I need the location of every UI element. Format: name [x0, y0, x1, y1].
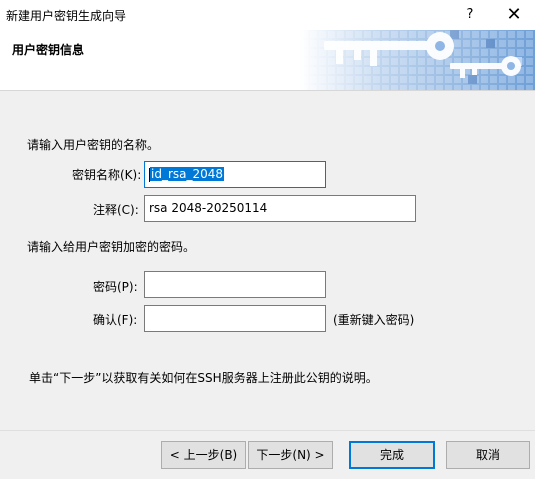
- confirm-password-label: 确认(F):: [93, 313, 138, 327]
- wizard-footer: < 上一步(B) 下一步(N) > 完成 取消: [0, 431, 535, 479]
- wizard-content: 请输入用户密钥的名称。 密钥名称(K): id_rsa_2048 注释(C): …: [0, 91, 535, 430]
- password-input[interactable]: [144, 271, 326, 298]
- comment-label: 注释(C):: [93, 203, 139, 217]
- next-button[interactable]: 下一步(N) >: [248, 441, 333, 469]
- window-title: 新建用户密钥生成向导: [6, 9, 127, 23]
- help-button[interactable]: ?: [458, 5, 482, 25]
- key-name-input[interactable]: id_rsa_2048: [144, 161, 326, 188]
- password-label: 密码(P):: [93, 280, 138, 294]
- page-title: 用户密钥信息: [12, 43, 85, 57]
- reenter-hint: (重新键入密码): [333, 313, 415, 327]
- comment-input[interactable]: rsa 2048-20250114: [144, 195, 416, 222]
- key-name-label: 密钥名称(K):: [72, 168, 142, 182]
- key-name-value: id_rsa_2048: [150, 167, 225, 181]
- password-instruction: 请输入给用户密钥加密的密码。: [27, 240, 196, 254]
- finish-button[interactable]: 完成: [349, 441, 435, 469]
- cancel-button[interactable]: 取消: [446, 441, 530, 469]
- title-bar: 新建用户密钥生成向导 ? ✕: [0, 0, 535, 30]
- wizard-header: 用户密钥信息: [0, 30, 535, 90]
- key-icon: [300, 30, 535, 90]
- key-name-instruction: 请输入用户密钥的名称。: [27, 138, 160, 152]
- comment-value: rsa 2048-20250114: [149, 201, 268, 215]
- close-button[interactable]: ✕: [498, 3, 530, 27]
- confirm-password-input[interactable]: [144, 305, 326, 332]
- back-button[interactable]: < 上一步(B): [161, 441, 246, 469]
- next-step-note: 单击“下一步”以获取有关如何在SSH服务器上注册此公钥的说明。: [29, 371, 378, 385]
